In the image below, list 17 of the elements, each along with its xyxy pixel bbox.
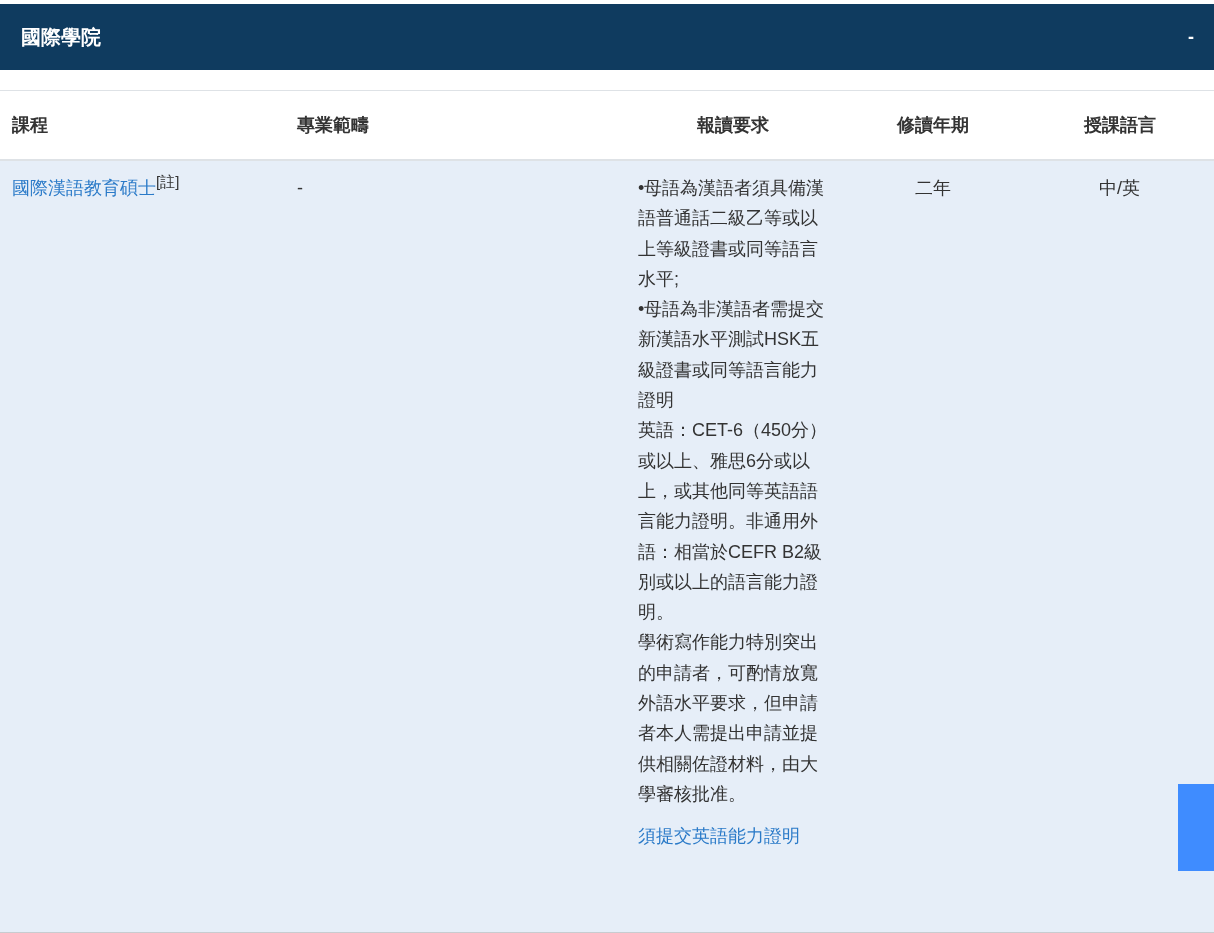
language-cell: 中/英 xyxy=(1099,178,1140,198)
collapse-toggle[interactable]: - xyxy=(1188,23,1194,51)
column-header: 修讀年期 xyxy=(896,114,969,135)
duration-cell: 二年 xyxy=(914,178,951,198)
column-header: 專業範疇 xyxy=(297,114,369,135)
column-header: 授課語言 xyxy=(1083,114,1156,135)
side-tab-button[interactable] xyxy=(1178,784,1214,871)
requirement-text: •母語為漢語者須具備漢語普通話二級乙等或以上等級證書或同等語言水平; xyxy=(638,177,826,291)
requirement-text: 英語：CET-6（450分）或以上、雅思6分或以上，或其他同等英語語言能力證明。非通用外語：相當於CEFR B2級別或以上的語言能力證明。 xyxy=(638,419,829,625)
section-title: 國際學院 xyxy=(21,25,101,50)
section-header[interactable]: 國際學院 - xyxy=(0,4,1214,70)
column-header: 課程 xyxy=(12,114,48,135)
column-header: 報讀要求 xyxy=(696,114,769,135)
requirement-text: 學術寫作能力特別突出的申請者，可酌情放寬外語水平要求，但申請者本人需提出申請並提供相關佐證材料，由大學審核批准。 xyxy=(638,631,819,806)
field-cell: - xyxy=(297,178,303,198)
requirement-link[interactable]: 須提交英語能力證明 xyxy=(638,823,800,851)
requirement-text: •母語為非漢語者需提交新漢語水平測試HSK五級證書或同等語言能力證明 xyxy=(638,298,826,413)
